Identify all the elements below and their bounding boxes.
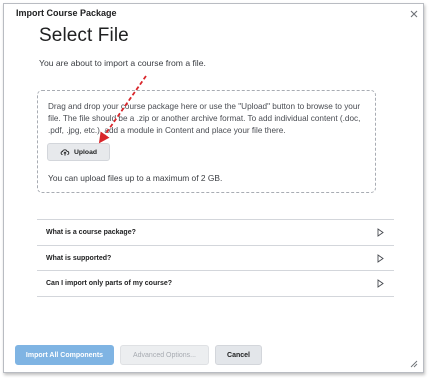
chevron-right-icon	[377, 253, 384, 263]
accordion-item-label: What is a course package?	[46, 229, 136, 236]
dialog-title: Import Course Package	[16, 8, 117, 18]
upload-button-label: Upload	[73, 148, 98, 156]
file-dropzone[interactable]: Drag and drop your course package here o…	[37, 90, 376, 193]
intro-text: You are about to import a course from a …	[39, 58, 206, 68]
page-title: Select File	[39, 25, 129, 46]
dialog-footer: Import All Components Advanced Options..…	[4, 342, 425, 374]
close-icon[interactable]	[410, 10, 418, 18]
resize-handle-icon[interactable]	[410, 360, 418, 368]
accordion-item-label: Can I import only parts of my course?	[46, 280, 173, 287]
upload-icon	[60, 149, 70, 156]
upload-limit-text: You can upload files up to a maximum of …	[48, 173, 223, 183]
help-accordion: What is a course package? What is suppor…	[37, 219, 394, 297]
chevron-right-icon	[377, 279, 384, 288]
chevron-right-icon	[377, 228, 384, 237]
dropzone-instructions: Drag and drop your course package here o…	[48, 102, 361, 135]
import-dialog: Import Course Package Select File You ar…	[3, 3, 424, 373]
accordion-item-label: What is supported?	[46, 254, 112, 262]
accordion-item-supported[interactable]: What is supported?	[37, 244, 394, 271]
cancel-button[interactable]: Cancel	[215, 345, 262, 365]
dialog-body: Select File You are about to import a co…	[28, 22, 404, 344]
accordion-item-course-package[interactable]: What is a course package?	[37, 219, 394, 245]
import-all-button[interactable]: Import All Components	[15, 345, 114, 365]
upload-button[interactable]: Upload	[47, 143, 110, 161]
accordion-item-import-parts[interactable]: Can I import only parts of my course?	[37, 270, 394, 297]
advanced-options-button[interactable]: Advanced Options...	[120, 345, 209, 365]
